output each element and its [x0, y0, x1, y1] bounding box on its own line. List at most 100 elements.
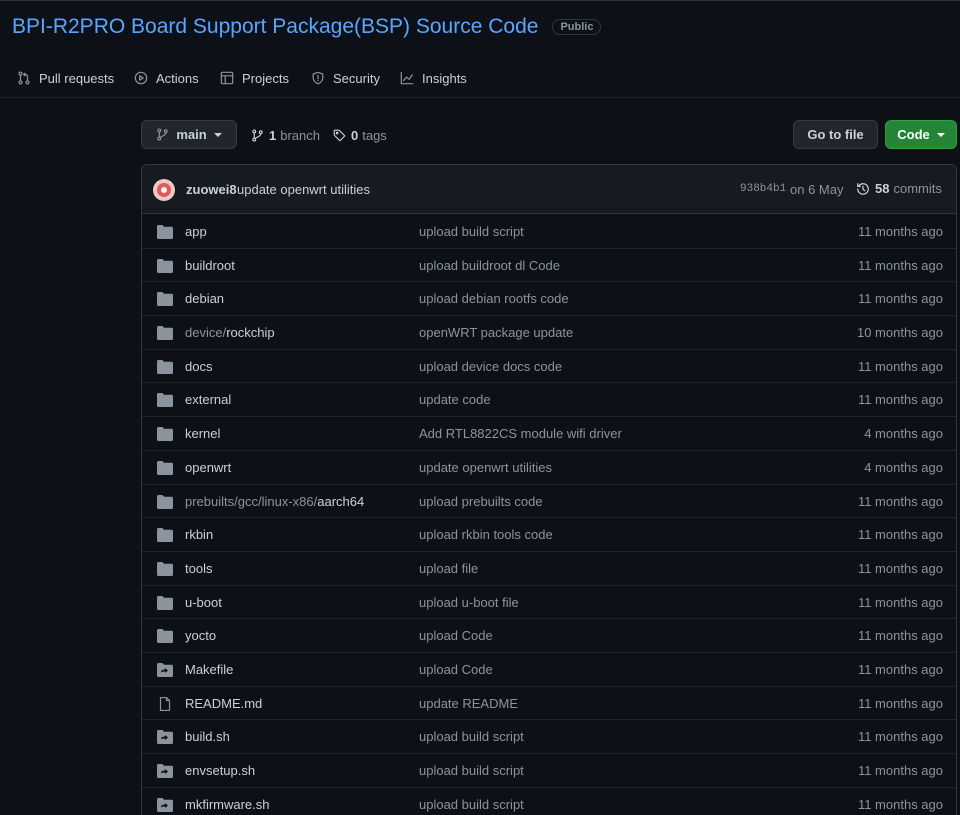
avatar[interactable] [153, 179, 175, 201]
folder-icon [157, 393, 173, 408]
repo-title[interactable]: BPI-R2PRO Board Support Package(BSP) Sou… [12, 15, 538, 39]
folder-icon [157, 528, 173, 543]
tab-label: Security [333, 70, 380, 86]
file-commit-message[interactable]: upload Code [419, 628, 493, 643]
tab-projects[interactable]: Projects [220, 66, 289, 90]
file-name: tools [185, 560, 213, 576]
file-name-link[interactable]: kernel [185, 426, 220, 441]
folder-icon [157, 225, 173, 239]
file-commit-message[interactable]: upload u-boot file [419, 595, 519, 610]
file-row[interactable]: debian upload debian rootfs code 11 months… [142, 282, 956, 317]
commits-link[interactable]: 58 commits [856, 181, 942, 196]
tags-link[interactable]: 0 tags [333, 124, 387, 146]
file-name-link[interactable]: envsetup.sh [185, 763, 255, 778]
file-name-link[interactable]: rkbin [185, 527, 213, 542]
file-name-link[interactable]: debian [185, 291, 224, 306]
commit-hash[interactable]: 938b4b1 [740, 183, 786, 195]
file-commit-age: 11 months ago [857, 628, 943, 644]
file-row[interactable]: device/rockchip openWRT package update 10 … [142, 316, 956, 350]
file-commit-age: 4 months ago [864, 459, 943, 475]
file-row[interactable]: tools upload file 11 months ago [142, 552, 956, 586]
file-row[interactable]: u-boot upload u-boot file 11 months ago [142, 586, 956, 620]
folder-icon [157, 629, 173, 644]
commit-message[interactable]: update openwrt utilities [237, 182, 370, 197]
repo-nav: Pull requests Actions Projects Security … [0, 58, 960, 98]
commit-author[interactable]: zuowei8 [186, 182, 237, 197]
file-row[interactable]: kernel Add RTL8822CS module wifi driver 4 … [142, 417, 956, 451]
tag-label: tags [362, 127, 387, 143]
file-commit-message[interactable]: update README [419, 696, 518, 711]
file-row[interactable]: external update code 11 months ago [142, 383, 956, 418]
file-name-link[interactable]: tools [185, 561, 212, 576]
shield-icon [312, 71, 324, 85]
folder-icon [157, 427, 173, 442]
file-row[interactable]: README.md update README 11 months ago [142, 687, 956, 721]
file-row[interactable]: Makefile upload Code 11 months ago [142, 653, 956, 687]
branch-selector-button[interactable]: main [141, 120, 237, 149]
file-name-link[interactable]: u-boot [185, 595, 222, 610]
file-name-link[interactable]: openwrt [185, 460, 231, 475]
file-name-link[interactable]: build.sh [185, 729, 230, 744]
folder-icon [157, 561, 173, 576]
file-commit-message[interactable]: upload device docs code [419, 359, 562, 374]
file-commit-message[interactable]: openWRT package update [419, 325, 573, 340]
file-name-link[interactable]: README.md [185, 696, 262, 711]
file-commit-message[interactable]: upload file [419, 561, 478, 576]
file-name: app [185, 224, 207, 239]
file-name-link[interactable]: app [185, 224, 207, 239]
tab-insights[interactable]: Insights [400, 66, 467, 90]
code-button[interactable]: Code [885, 120, 957, 149]
file-commit-message[interactable]: Add RTL8822CS module wifi driver [419, 426, 622, 441]
file-commit-message[interactable]: upload buildroot dl Code [419, 258, 560, 273]
file-name-link[interactable]: device/rockchip [185, 325, 275, 340]
file-name: buildroot [185, 257, 235, 273]
file-name-link[interactable]: external [185, 392, 231, 407]
file-symlink-icon [157, 764, 173, 778]
file-row[interactable]: build.sh upload build script 11 months ago [142, 720, 956, 754]
file-row[interactable]: docs upload device docs code 11 months ago [142, 350, 956, 384]
file-name-link[interactable]: Makefile [185, 662, 233, 677]
file-row[interactable]: openwrt update openwrt utilities 4 months … [142, 451, 956, 485]
file-row[interactable]: buildroot upload buildroot dl Code 11 mont… [142, 249, 956, 283]
tab-actions[interactable]: Actions [134, 66, 199, 90]
commit-count: 58 [875, 181, 890, 196]
file-name: external [185, 392, 232, 408]
file-commit-message[interactable]: upload rkbin tools code [419, 527, 553, 542]
file-name: rkbin [185, 527, 214, 543]
file-commit-age: 11 months ago [857, 224, 943, 239]
file-commit-message[interactable]: upload build script [419, 224, 524, 239]
file-name-link[interactable]: mkfirmware.sh [185, 797, 270, 812]
file-browser: zuowei8 update openwrt utilities 938b4b1… [141, 164, 957, 815]
branch-label: branch [280, 127, 320, 143]
file-commit-message[interactable]: upload build script [419, 729, 524, 744]
file-name: build.sh [185, 729, 230, 745]
file-name: aarch64 [317, 493, 365, 509]
file-commit-message[interactable]: update openwrt utilities [419, 460, 552, 475]
tab-security[interactable]: Security [311, 66, 380, 90]
file-row[interactable]: rkbin upload rkbin tools code 11 months ag… [142, 518, 956, 552]
file-row[interactable]: mkfirmware.sh upload build script 11 month… [142, 788, 956, 815]
file-row[interactable]: yocto upload Code 11 months ago [142, 619, 956, 653]
file-name: mkfirmware.sh [185, 796, 270, 812]
file-commit-message[interactable]: upload debian rootfs code [419, 291, 569, 306]
commit-date: on 6 May [790, 182, 844, 197]
branch-icon [252, 128, 263, 142]
branches-link[interactable]: 1 branch [251, 124, 320, 146]
tab-label: Actions [156, 70, 199, 86]
file-row[interactable]: app upload build script 11 months ago [142, 215, 956, 249]
tab-pull-requests[interactable]: Pull requests [17, 66, 114, 90]
file-name-link[interactable]: prebuilts/gcc/linux-x86/aarch64 [185, 494, 364, 509]
file-icon [159, 696, 171, 711]
file-commit-message[interactable]: upload Code [419, 662, 493, 677]
file-row[interactable]: envsetup.sh upload build script 11 months … [142, 754, 956, 788]
file-commit-message[interactable]: upload prebuilts code [419, 494, 543, 509]
file-commit-message[interactable]: update code [419, 392, 491, 407]
tab-label: Projects [242, 70, 289, 86]
go-to-file-button[interactable]: Go to file [793, 120, 878, 149]
file-name-link[interactable]: docs [185, 359, 212, 374]
file-name-link[interactable]: buildroot [185, 258, 235, 273]
file-name-link[interactable]: yocto [185, 628, 216, 643]
file-row[interactable]: prebuilts/gcc/linux-x86/aarch64 upload pr… [142, 485, 956, 519]
file-commit-message[interactable]: upload build script [419, 763, 524, 778]
file-commit-message[interactable]: upload build script [419, 797, 524, 812]
